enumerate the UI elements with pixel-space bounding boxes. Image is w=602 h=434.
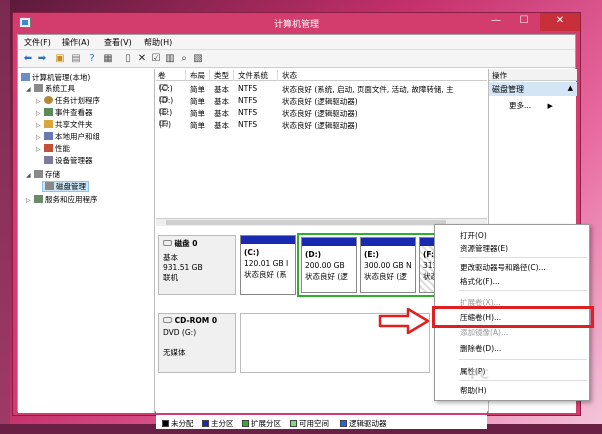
cdrom-0-label[interactable]: CD-ROM 0 DVD (G:) 无媒体 <box>158 313 236 373</box>
partition-d[interactable]: (D:) 200.00 GB 状态良好 (逻 <box>301 237 357 293</box>
partition-e[interactable]: (E:) 300.00 GB N 状态良好 (逻 <box>360 237 416 293</box>
expand-icon[interactable]: ▷ <box>36 110 44 117</box>
close-button[interactable]: ✕ <box>540 13 580 31</box>
refresh-icon[interactable]: ▧ <box>192 53 204 65</box>
tree-event-viewer[interactable]: ▷ 事件查看器 <box>36 107 93 118</box>
disk-icon <box>45 182 54 190</box>
event-viewer-icon <box>44 108 53 116</box>
menu-add-mirror[interactable]: 添加镜像(A)... <box>460 327 508 338</box>
menu-bar: 文件(F) 操作(A) 查看(V) 帮助(H) <box>18 35 575 50</box>
tree-performance[interactable]: ▷ 性能 <box>36 143 70 154</box>
column-header-filesystem[interactable]: 文件系统 <box>236 70 278 81</box>
cdrom-icon <box>163 317 172 323</box>
menu-open[interactable]: 打开(O) <box>460 230 487 241</box>
column-header-volume[interactable]: 卷 <box>156 70 186 81</box>
maximize-button[interactable]: ☐ <box>511 13 537 31</box>
watermark-logo: PC <box>470 368 490 383</box>
legend-swatch <box>242 420 249 427</box>
tree-device-manager[interactable]: 设备管理器 <box>44 155 93 166</box>
menu-separator <box>459 257 587 258</box>
partition-c[interactable]: (C:) 120.01 GB I 状态良好 (系 <box>240 235 296 295</box>
menu-action[interactable]: 操作(A) <box>62 37 90 48</box>
expand-icon[interactable]: ▷ <box>26 197 34 204</box>
volume-table-header: 卷 布局 类型 文件系统 状态 <box>156 69 487 81</box>
navigation-tree: 计算机管理(本地) ◢ 系统工具 ▷ 任务计划程序 ▷ 事件查看器 ▷ 共享文件夹 ▷ 本… <box>18 69 155 413</box>
tree-disk-management[interactable]: 磁盘管理 <box>42 181 89 192</box>
scrollbar-thumb[interactable] <box>166 220 446 225</box>
help-icon[interactable]: ? <box>86 53 98 65</box>
minimize-button[interactable]: — <box>483 13 509 31</box>
actions-title: 操作 <box>489 69 577 81</box>
forward-icon[interactable]: ➡ <box>36 53 48 65</box>
menu-format[interactable]: 格式化(F)... <box>460 276 500 287</box>
disk-0-label[interactable]: 磁盘 0 基本 931.51 GB 联机 <box>158 235 236 295</box>
collapse-up-icon[interactable]: ▲ <box>568 84 573 92</box>
menu-help[interactable]: 帮助(H) <box>144 37 172 48</box>
title-bar: 计算机管理 — ☐ ✕ <box>13 13 580 33</box>
tree-shared-folders[interactable]: ▷ 共享文件夹 <box>36 119 93 130</box>
hard-disk-icon <box>163 240 172 246</box>
menu-separator <box>459 290 587 291</box>
chevron-right-icon: ▶ <box>547 102 553 110</box>
menu-explore[interactable]: 资源管理器(E) <box>460 243 508 254</box>
highlight-box <box>432 306 594 328</box>
storage-icon <box>34 170 43 178</box>
legend-swatch <box>340 420 347 427</box>
users-icon <box>44 132 53 140</box>
column-header-type[interactable]: 类型 <box>212 70 234 81</box>
collapse-icon[interactable]: ◢ <box>26 172 34 179</box>
column-header-layout[interactable]: 布局 <box>188 70 210 81</box>
column-header-status[interactable]: 状态 <box>280 70 487 81</box>
shared-folder-icon <box>44 120 53 128</box>
expand-icon[interactable]: ▷ <box>36 122 44 129</box>
new-page-icon[interactable]: ▯ <box>122 53 134 65</box>
properties-icon[interactable]: ▦ <box>102 53 114 65</box>
tools-icon <box>34 84 43 92</box>
device-manager-icon <box>44 156 53 164</box>
folder-up-icon[interactable]: ▣ <box>54 53 66 65</box>
check-icon[interactable]: ☑ <box>150 53 162 65</box>
expand-icon[interactable]: ▷ <box>36 146 44 153</box>
tree-system-tools[interactable]: ◢ 系统工具 <box>26 83 75 94</box>
actions-disk-management[interactable]: 磁盘管理 ▲ <box>489 82 577 96</box>
tree-local-users[interactable]: ▷ 本地用户和组 <box>36 131 100 142</box>
pointer-arrow-icon <box>378 307 430 335</box>
tree-storage[interactable]: ◢ 存储 <box>26 169 60 180</box>
table-row[interactable]: (E:) 简单 基本 NTFS 状态良好 (逻辑驱动器) <box>156 108 487 119</box>
menu-separator <box>459 359 587 360</box>
clock-icon <box>44 96 53 104</box>
legend-swatch <box>202 420 209 427</box>
computer-icon <box>21 73 30 81</box>
collapse-icon[interactable]: ◢ <box>26 86 34 93</box>
legend: 未分配 主分区 扩展分区 可用空间 逻辑驱动器 <box>156 415 487 429</box>
legend-swatch <box>162 420 169 427</box>
desktop-background <box>0 0 10 434</box>
menu-help[interactable]: 帮助(H) <box>460 385 487 396</box>
save-icon[interactable]: ▥ <box>164 53 176 65</box>
toolbar: ⬅ ➡ ▣ ▤ ? ▦ ▯ ✕ ☑ ▥ ⌕ ▧ <box>18 50 575 68</box>
delete-icon[interactable]: ✕ <box>136 53 148 65</box>
performance-icon <box>44 144 53 152</box>
search-icon[interactable]: ⌕ <box>178 53 190 65</box>
show-hide-tree-icon[interactable]: ▤ <box>70 53 82 65</box>
expand-icon[interactable]: ▷ <box>36 98 44 105</box>
back-icon[interactable]: ⬅ <box>22 53 34 65</box>
services-icon <box>34 195 43 203</box>
legend-swatch <box>290 420 297 427</box>
table-row[interactable]: (F:) 简单 基本 NTFS 状态良好 (逻辑驱动器) <box>156 120 487 131</box>
tree-services-apps[interactable]: ▷ 服务和应用程序 <box>26 194 98 205</box>
menu-delete-volume[interactable]: 删除卷(D)... <box>460 343 501 354</box>
actions-more[interactable]: 更多... ▶ <box>509 100 553 111</box>
table-row[interactable]: (D:) 简单 基本 NTFS 状态良好 (逻辑驱动器) <box>156 96 487 107</box>
table-row[interactable]: (C:) 简单 基本 NTFS 状态良好 (系统, 启动, 页面文件, 活动, … <box>156 84 487 95</box>
menu-file[interactable]: 文件(F) <box>24 37 51 48</box>
menu-view[interactable]: 查看(V) <box>104 37 132 48</box>
menu-change-drive-letter[interactable]: 更改驱动器号和路径(C)... <box>460 262 546 273</box>
tree-root[interactable]: 计算机管理(本地) <box>21 72 90 83</box>
expand-icon[interactable]: ▷ <box>36 134 44 141</box>
tree-task-scheduler[interactable]: ▷ 任务计划程序 <box>36 95 100 106</box>
